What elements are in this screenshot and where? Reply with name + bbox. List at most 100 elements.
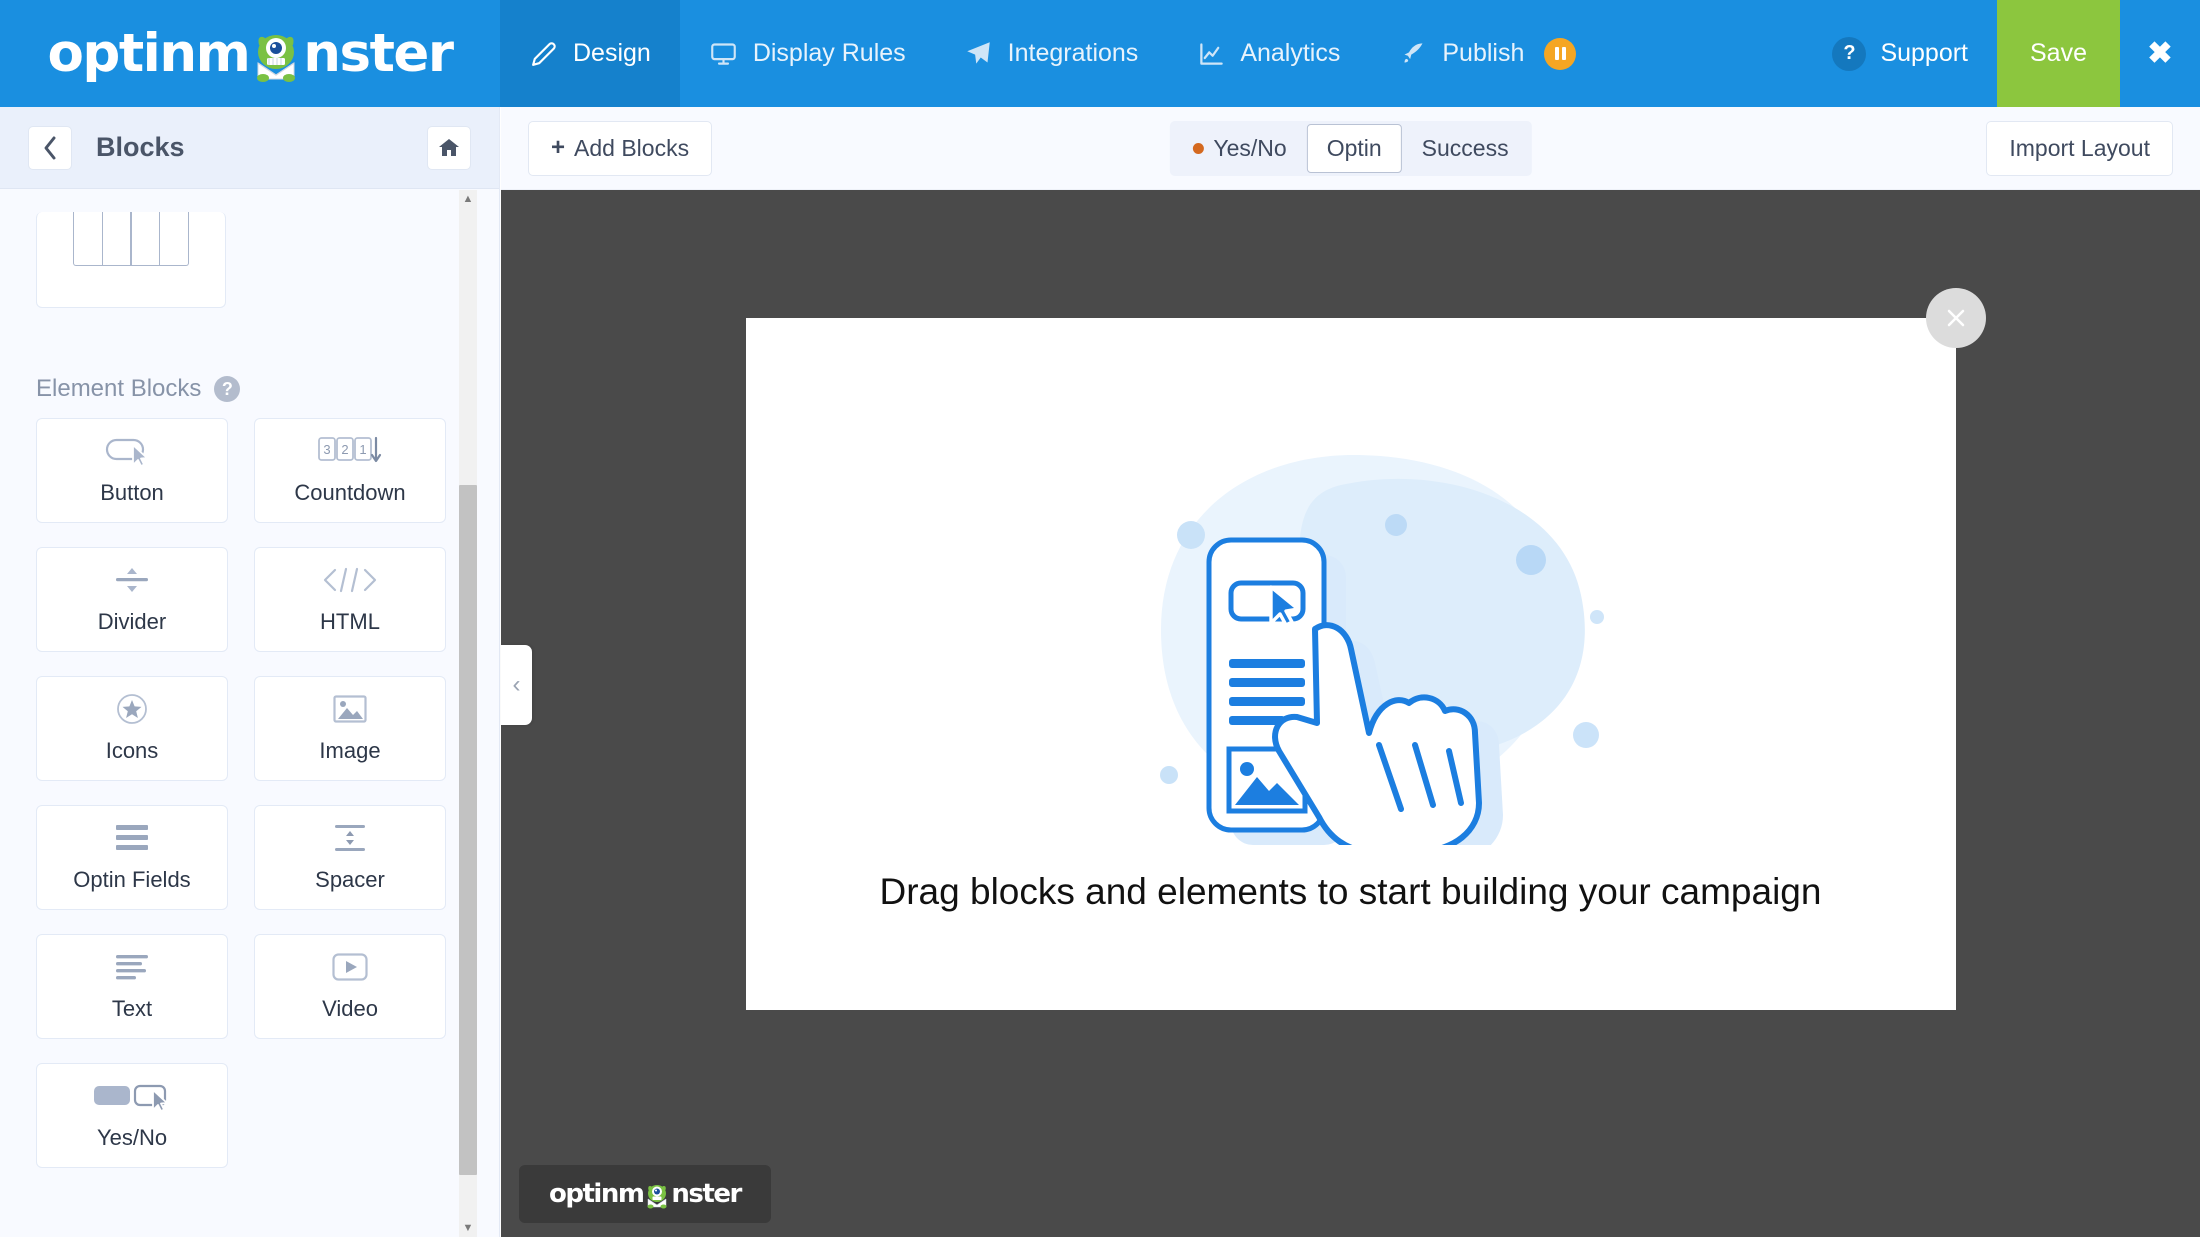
element-tile-video[interactable]: Video	[254, 934, 446, 1039]
sidebar-back-button[interactable]	[28, 125, 72, 170]
canvas-badge-text-tail: nster	[671, 1179, 742, 1209]
nav-item-analytics-label: Analytics	[1240, 39, 1341, 67]
element-tile-html[interactable]: HTML	[254, 547, 446, 652]
element-tile-optin-fields[interactable]: Optin Fields	[36, 805, 228, 910]
element-tile-optin-fields-label: Optin Fields	[73, 867, 191, 892]
nav-item-display-rules[interactable]: Display Rules	[680, 0, 935, 107]
sidebar-home-button[interactable]	[427, 125, 471, 170]
element-tile-video-label: Video	[322, 996, 378, 1021]
help-icon[interactable]: ?	[214, 376, 241, 402]
nav-item-design[interactable]: Design	[500, 0, 680, 107]
element-blocks-section-label: Element Blocks ?	[36, 375, 241, 403]
element-tile-image-label: Image	[319, 738, 381, 763]
close-builder-button[interactable]: ✖	[2120, 0, 2200, 107]
campaign-canvas: ‹ Drag blocks and elements to start buil…	[501, 190, 2200, 1237]
canvas-badge-text-head: optinm	[549, 1179, 645, 1209]
campaign-popup-preview[interactable]: Drag blocks and elements to start buildi…	[745, 288, 1986, 1010]
save-button[interactable]: Save	[1997, 0, 2120, 107]
support-button[interactable]: ? Support	[1803, 0, 1997, 107]
block-tile-four-columns[interactable]	[36, 212, 226, 308]
code-brackets-icon	[321, 564, 379, 596]
element-tile-yes-no[interactable]: Yes/No	[36, 1063, 228, 1168]
canvas-toolbar: + Add Blocks Yes/No Optin Success Import…	[501, 107, 2200, 190]
pause-bar-left	[1554, 47, 1559, 60]
element-blocks-grid: Button 3 2 1 Countdown Divider HTML Icon…	[36, 418, 446, 1168]
tab-optin-label: Optin	[1326, 134, 1382, 161]
tab-success[interactable]: Success	[1402, 124, 1529, 173]
popup-empty-state: Drag blocks and elements to start buildi…	[746, 318, 1956, 1010]
spacer-icon	[333, 822, 367, 854]
optinmonster-logo[interactable]: optinm nster	[0, 0, 500, 107]
svg-text:3: 3	[323, 442, 330, 457]
popup-close-button[interactable]	[1925, 288, 1986, 348]
element-tile-button[interactable]: Button	[36, 418, 228, 523]
publish-paused-badge	[1544, 37, 1577, 70]
optinmonster-canvas-badge[interactable]: optinm nster	[519, 1165, 771, 1223]
button-cursor-icon	[105, 435, 159, 467]
countdown-icon: 3 2 1	[318, 435, 382, 467]
element-tile-text[interactable]: Text	[36, 934, 228, 1039]
element-tile-yes-no-label: Yes/No	[96, 1125, 168, 1150]
save-button-label: Save	[2030, 39, 2087, 67]
blocks-sidebar: Blocks Element Blocks ? Button 3 2 1 Cou…	[0, 107, 500, 1237]
scroll-up-arrow-icon[interactable]: ▲	[459, 190, 477, 208]
close-icon: ✖	[2147, 37, 2173, 70]
scroll-down-arrow-icon[interactable]: ▼	[459, 1219, 477, 1237]
divider-icon	[112, 564, 152, 596]
element-tile-icons-label: Icons	[105, 738, 159, 763]
sidebar-scrollbar[interactable]: ▲ ▼	[459, 190, 477, 1237]
svg-text:1: 1	[359, 442, 366, 457]
element-tile-countdown-label: Countdown	[294, 480, 406, 505]
monster-mascot-icon	[250, 31, 302, 83]
play-button-icon	[332, 951, 368, 983]
element-tile-divider[interactable]: Divider	[36, 547, 228, 652]
sidebar-collapse-handle[interactable]: ‹	[501, 645, 532, 725]
nav-item-integrations[interactable]: Integrations	[935, 0, 1168, 107]
element-tile-image[interactable]: Image	[254, 676, 446, 781]
pause-bar-right	[1561, 47, 1566, 60]
sidebar-scrollbar-thumb[interactable]	[459, 485, 477, 1175]
import-layout-label: Import Layout	[2009, 134, 2150, 161]
nav-item-display-rules-label: Display Rules	[752, 39, 906, 67]
yesno-buttons-icon	[93, 1080, 171, 1112]
element-blocks-text: Element Blocks	[36, 375, 202, 402]
nav-item-design-label: Design	[573, 39, 651, 67]
add-blocks-button[interactable]: + Add Blocks	[528, 120, 713, 176]
column-segment	[73, 212, 104, 266]
element-tile-spacer[interactable]: Spacer	[254, 805, 446, 910]
element-tile-countdown[interactable]: 3 2 1 Countdown	[254, 418, 446, 523]
rocket-icon	[1398, 39, 1428, 69]
paper-plane-icon	[964, 39, 994, 69]
nav-item-publish[interactable]: Publish	[1369, 0, 1605, 107]
nav-item-analytics[interactable]: Analytics	[1167, 0, 1369, 107]
logo-text-tail: nster	[303, 23, 454, 84]
sidebar-scroll-area[interactable]: Element Blocks ? Button 3 2 1 Countdown …	[0, 190, 499, 1237]
add-blocks-label: Add Blocks	[574, 134, 690, 161]
support-label: Support	[1880, 39, 1968, 67]
monitor-icon	[709, 39, 739, 69]
element-tile-icons[interactable]: Icons	[36, 676, 228, 781]
element-tile-divider-label: Divider	[97, 609, 167, 634]
element-tile-button-label: Button	[100, 480, 164, 505]
status-dot-icon	[1192, 142, 1204, 154]
nav-item-list: Design Display Rules Integrations Analyt…	[500, 0, 2200, 107]
tab-yes-no-label: Yes/No	[1213, 134, 1287, 161]
pencil-icon	[529, 39, 559, 69]
svg-text:2: 2	[341, 442, 348, 457]
canvas-badge-logo-text: optinm nster	[549, 1179, 742, 1209]
nav-item-publish-label: Publish	[1442, 39, 1525, 67]
question-mark-icon: ?	[1832, 36, 1867, 71]
top-navigation-bar: optinm nster Design Display Rules Integr…	[0, 0, 2200, 107]
tab-optin[interactable]: Optin	[1306, 123, 1402, 173]
form-lines-icon	[115, 822, 149, 854]
import-layout-button[interactable]: Import Layout	[1986, 120, 2173, 176]
popup-headline: Drag blocks and elements to start buildi…	[879, 871, 1822, 912]
chevron-left-icon: ‹	[512, 671, 521, 698]
column-segment	[130, 212, 161, 266]
element-tile-html-label: HTML	[320, 609, 380, 634]
home-icon	[439, 138, 459, 156]
monster-mascot-icon	[644, 1183, 670, 1209]
sidebar-header: Blocks	[0, 107, 499, 189]
view-tab-group: Yes/No Optin Success	[1169, 120, 1532, 176]
tab-yes-no[interactable]: Yes/No	[1172, 124, 1306, 173]
